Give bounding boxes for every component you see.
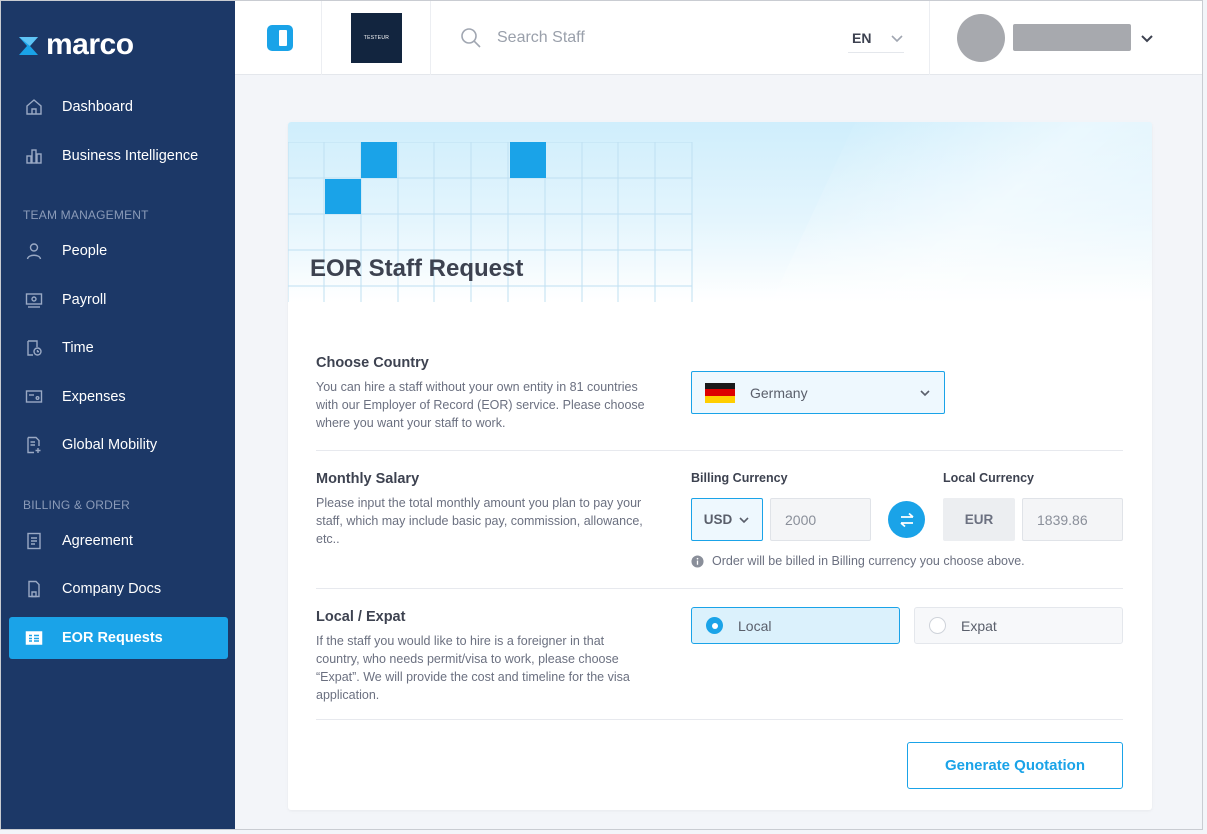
sidebar-item-label: Business Intelligence	[62, 148, 199, 164]
sidebar-item-label: Expenses	[62, 389, 126, 405]
sidebar-item-business-intelligence[interactable]: Business Intelligence	[9, 135, 228, 177]
swap-currency-button[interactable]	[888, 501, 925, 538]
home-icon	[23, 96, 45, 118]
language-select[interactable]: EN	[848, 23, 904, 53]
sidebar-item-label: Dashboard	[62, 99, 133, 115]
user-menu-chevron-icon[interactable]	[1139, 30, 1155, 46]
local-expat-description: If the staff you would like to hire is a…	[316, 634, 630, 702]
radio-expat[interactable]: Expat	[914, 607, 1123, 644]
sidebar: marco Dashboard Business Intelligence TE…	[1, 1, 235, 829]
sidebar-item-people[interactable]: People	[9, 230, 228, 272]
sidebar-item-payroll[interactable]: Payroll	[9, 279, 228, 321]
search-icon	[461, 28, 481, 48]
divider	[316, 450, 1123, 451]
time-icon	[23, 337, 45, 359]
sidebar-item-label: Payroll	[62, 292, 107, 308]
user-name-redacted[interactable]	[1013, 24, 1131, 51]
sidebar-item-agreement[interactable]: Agreement	[9, 520, 228, 562]
marco-logo-icon	[19, 37, 38, 55]
sidebar-item-dashboard[interactable]: Dashboard	[9, 86, 228, 128]
avatar[interactable]	[957, 14, 1005, 62]
company-logo-text: TESTEUR	[363, 35, 390, 41]
billing-info-text: Order will be billed in Billing currency…	[712, 554, 1025, 568]
country-select[interactable]: Germany	[691, 371, 945, 414]
sidebar-item-eor-requests[interactable]: EOR Requests	[9, 617, 228, 659]
global-mobility-icon	[23, 434, 45, 456]
section-team-management: TEAM MANAGEMENT	[23, 208, 149, 222]
eor-requests-icon	[23, 627, 45, 649]
swap-icon	[899, 512, 914, 527]
sidebar-item-label: EOR Requests	[62, 630, 163, 646]
radio-local-label: Local	[738, 617, 772, 634]
local-currency-label: Local Currency	[943, 471, 1035, 485]
eor-request-card: EOR Staff Request Choose Country You can…	[288, 122, 1152, 810]
local-currency-display: EUR	[943, 498, 1015, 541]
billing-amount-value: 2000	[785, 511, 817, 528]
chevron-down-icon	[920, 389, 930, 396]
sidebar-item-label: Company Docs	[62, 581, 162, 597]
app-window: marco Dashboard Business Intelligence TE…	[0, 0, 1203, 830]
sidebar-item-company-docs[interactable]: Company Docs	[9, 568, 228, 610]
monthly-salary-title: Monthly Salary	[316, 471, 420, 487]
choose-country-title: Choose Country	[316, 355, 429, 371]
sidebar-toggle-icon	[278, 30, 287, 46]
radio-unselected-icon	[929, 617, 946, 634]
germany-flag-icon	[705, 382, 735, 403]
billing-amount-input[interactable]: 2000	[770, 498, 871, 541]
divider	[316, 588, 1123, 589]
divider	[430, 1, 431, 75]
divider	[929, 1, 930, 75]
radio-selected-icon	[706, 617, 723, 634]
company-logo[interactable]: TESTEUR	[351, 13, 402, 63]
local-currency-value: EUR	[964, 512, 994, 527]
monthly-salary-description: Please input the total monthly amount yo…	[316, 496, 643, 546]
sidebar-item-label: Global Mobility	[62, 437, 158, 453]
sidebar-item-time[interactable]: Time	[9, 327, 228, 369]
expenses-icon	[23, 386, 45, 408]
language-value: EN	[852, 29, 872, 46]
sidebar-item-label: Time	[62, 340, 94, 356]
sidebar-toggle-button[interactable]	[267, 25, 293, 51]
card-hero-banner: EOR Staff Request	[288, 122, 1152, 302]
page-title: EOR Staff Request	[310, 255, 524, 282]
sidebar-item-label: People	[62, 243, 108, 259]
top-bar: TESTEUR EN	[235, 1, 1202, 75]
billing-info: Order will be billed in Billing currency…	[691, 554, 1025, 568]
section-billing-order: BILLING & ORDER	[23, 498, 131, 512]
country-value: Germany	[750, 384, 808, 401]
sidebar-item-expenses[interactable]: Expenses	[9, 376, 228, 418]
sidebar-item-global-mobility[interactable]: Global Mobility	[9, 424, 228, 466]
agreement-icon	[23, 530, 45, 552]
app-name: marco	[46, 28, 134, 61]
local-amount-display: 1839.86	[1022, 498, 1123, 541]
local-expat-title: Local / Expat	[316, 609, 406, 625]
info-icon	[691, 554, 704, 568]
chevron-down-icon	[739, 516, 749, 523]
billing-currency-select[interactable]: USD	[691, 498, 763, 541]
person-icon	[23, 240, 45, 262]
billing-currency-value: USD	[703, 512, 733, 527]
hero-decoration	[771, 122, 1152, 302]
sidebar-item-label: Agreement	[62, 533, 133, 549]
generate-quotation-button[interactable]: Generate Quotation	[907, 742, 1123, 789]
radio-expat-label: Expat	[961, 617, 997, 634]
company-docs-icon	[23, 578, 45, 600]
bar-chart-icon	[23, 145, 45, 167]
billing-currency-label: Billing Currency	[691, 471, 788, 485]
divider	[321, 1, 322, 75]
chevron-down-icon	[891, 34, 903, 42]
marco-logo[interactable]: marco	[16, 27, 134, 63]
choose-country-description: You can hire a staff without your own en…	[316, 380, 645, 430]
divider	[316, 719, 1123, 720]
payroll-icon	[23, 289, 45, 311]
radio-local[interactable]: Local	[691, 607, 900, 644]
search-staff-input[interactable]	[497, 26, 747, 50]
local-amount-value: 1839.86	[1037, 511, 1088, 528]
